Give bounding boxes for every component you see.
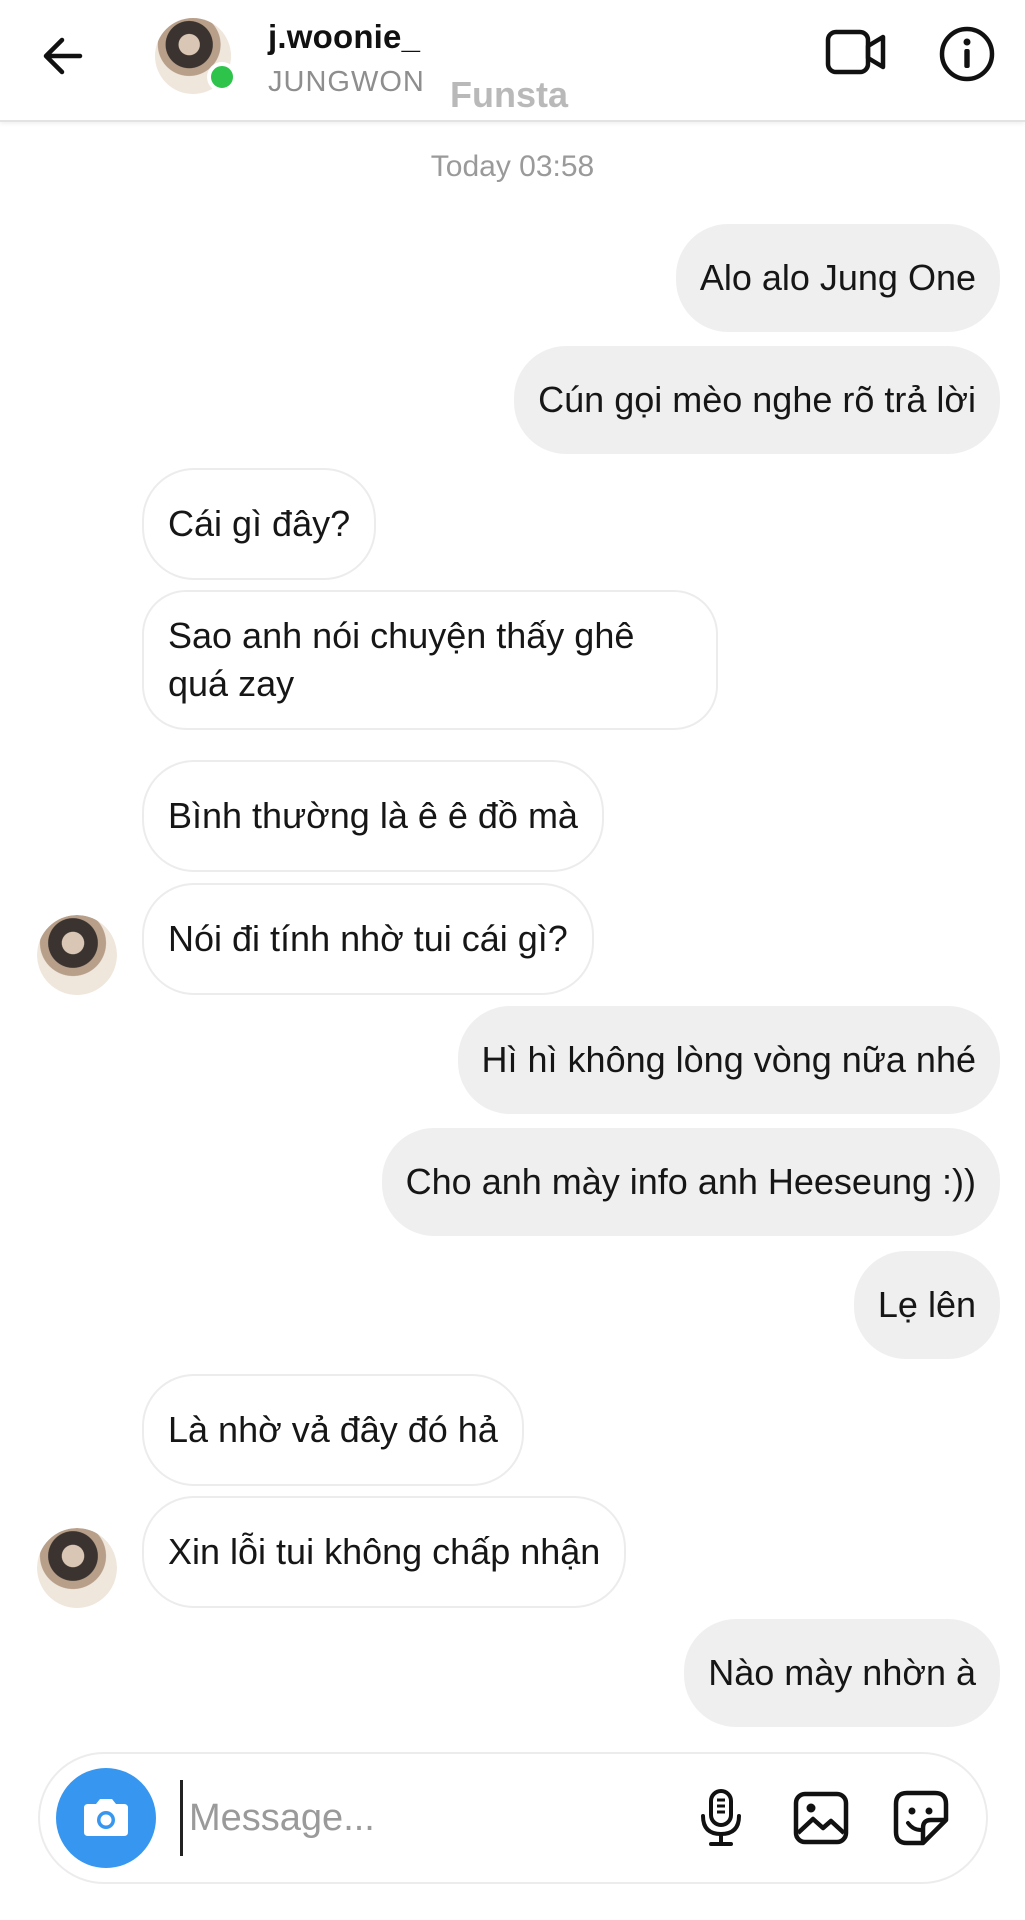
message-input[interactable]	[180, 1780, 709, 1856]
message-received[interactable]: Sao anh nói chuyện thấy ghê quá zay	[142, 590, 718, 730]
message-sent[interactable]: Lẹ lên	[853, 1251, 1000, 1359]
video-call-button[interactable]	[820, 22, 892, 82]
avatar-image	[37, 915, 117, 995]
voice-message-button[interactable]	[685, 1782, 757, 1854]
conversation-info-button[interactable]	[935, 22, 999, 86]
message-received[interactable]: Là nhờ vả đây đó hả	[142, 1374, 524, 1486]
sender-avatar[interactable]	[37, 1528, 117, 1608]
arrow-left-icon	[43, 37, 83, 75]
sticker-icon	[893, 1790, 949, 1846]
video-camera-icon	[825, 29, 886, 75]
message-received[interactable]: Bình thường là ê ê đồ mà	[142, 760, 604, 872]
gallery-button[interactable]	[785, 1782, 857, 1854]
online-status-indicator	[207, 62, 237, 92]
message-composer	[38, 1752, 988, 1884]
message-received[interactable]: Cái gì đây?	[142, 468, 377, 580]
microphone-icon	[701, 1789, 741, 1846]
message-sent[interactable]: Cho anh mày info anh Heeseung :))	[381, 1128, 1000, 1236]
image-icon	[793, 1791, 849, 1845]
message-sent[interactable]: Cún gọi mèo nghe rõ trả lời	[514, 346, 1000, 454]
dm-screen: j.woonie_ JUNGWON Funsta Today 03:58 Alo…	[0, 0, 1025, 1920]
message-sent[interactable]: Hì hì không lòng vòng nữa nhé	[457, 1006, 1000, 1114]
back-button[interactable]	[34, 28, 90, 84]
chat-username[interactable]: j.woonie_	[268, 18, 420, 56]
camera-button[interactable]	[56, 1768, 156, 1868]
avatar-image	[37, 1528, 117, 1608]
sticker-button[interactable]	[885, 1782, 957, 1854]
message-sent[interactable]: Nào mày nhờn à	[684, 1619, 1000, 1727]
camera-icon	[84, 1799, 128, 1836]
info-icon	[939, 26, 995, 82]
chat-header: j.woonie_ JUNGWON Funsta	[0, 0, 1025, 122]
message-sent[interactable]: Alo alo Jung One	[675, 224, 1000, 332]
chat-tag-label: Funsta	[450, 74, 569, 115]
chat-display-name: JUNGWON	[268, 66, 425, 98]
sender-avatar[interactable]	[37, 915, 117, 995]
message-received[interactable]: Nói đi tính nhờ tui cái gì?	[142, 883, 594, 995]
profile-avatar[interactable]	[155, 18, 237, 94]
conversation-timestamp: Today 03:58	[430, 150, 595, 183]
message-received[interactable]: Xin lỗi tui không chấp nhận	[142, 1496, 627, 1608]
